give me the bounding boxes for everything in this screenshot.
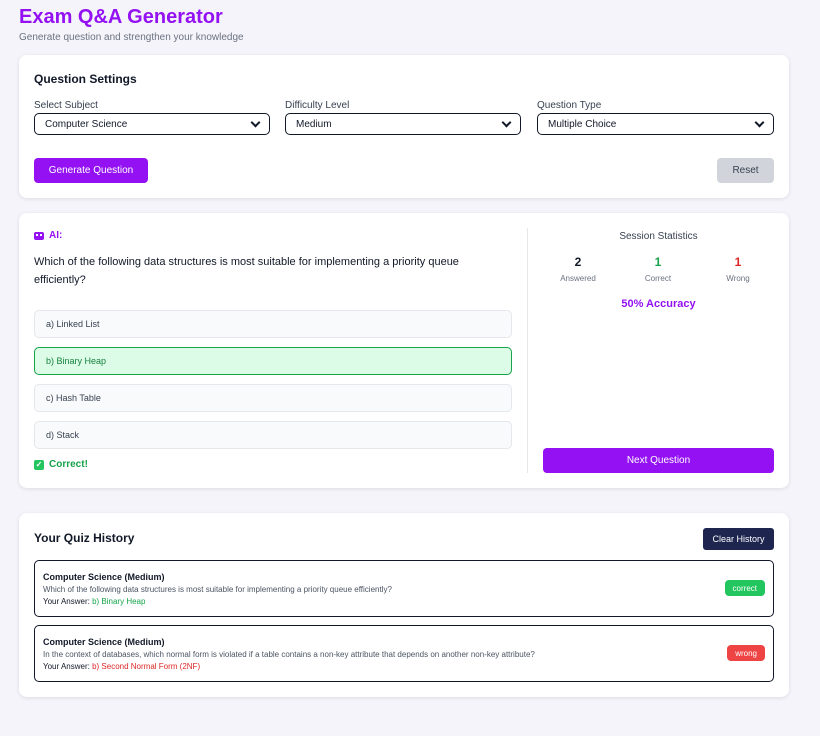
subject-select[interactable]: Computer Science [34, 113, 270, 135]
status-badge: wrong [727, 645, 765, 661]
robot-icon [34, 231, 44, 240]
stats-title: Session Statistics [619, 231, 698, 242]
question-type-select[interactable]: Multiple Choice [537, 113, 774, 135]
chevron-down-icon [250, 117, 261, 127]
question-type-value: Multiple Choice [548, 118, 617, 130]
question-settings-card: Question Settings Select Subject Compute… [19, 55, 789, 198]
history-item-answer: Your Answer: b) Binary Heap [43, 597, 145, 606]
generate-question-button[interactable]: Generate Question [34, 158, 148, 183]
answer-option-d[interactable]: d) Stack [34, 421, 512, 449]
history-title: Your Quiz History [34, 531, 135, 545]
history-item-question: Which of the following data structures i… [43, 585, 392, 594]
status-badge: correct [724, 580, 765, 596]
clear-history-button[interactable]: Clear History [703, 528, 774, 550]
accuracy-text: 50% Accuracy [621, 298, 696, 310]
answer-option-c[interactable]: c) Hash Table [34, 384, 512, 412]
answer-option-a[interactable]: a) Linked List [34, 310, 512, 338]
question-text: Which of the following data structures i… [34, 256, 459, 286]
difficulty-label: Difficulty Level [285, 100, 350, 111]
answered-count: 2 [574, 255, 582, 269]
page-subtitle: Generate question and strengthen your kn… [19, 32, 244, 43]
wrong-label: Wrong [726, 274, 750, 283]
settings-title: Question Settings [34, 72, 137, 86]
history-item-question: In the context of databases, which norma… [43, 650, 535, 659]
correct-count: 1 [654, 255, 662, 269]
history-item: Computer Science (Medium) Which of the f… [34, 560, 774, 617]
ai-label: AI: [34, 230, 62, 241]
answer-value: b) Binary Heap [92, 597, 146, 606]
page-title: Exam Q&A Generator [19, 6, 223, 28]
feedback-text: Correct! [49, 459, 88, 470]
divider [527, 228, 528, 473]
question-card: AI: Which of the following data structur… [19, 213, 789, 488]
next-question-button[interactable]: Next Question [543, 448, 774, 473]
check-icon: ✓ [34, 459, 44, 470]
history-item-title: Computer Science (Medium) [43, 637, 165, 647]
answer-feedback: ✓ Correct! [34, 459, 88, 470]
answer-value: b) Second Normal Form (2NF) [92, 662, 201, 671]
wrong-count: 1 [734, 255, 742, 269]
history-item-title: Computer Science (Medium) [43, 572, 165, 582]
difficulty-value: Medium [296, 118, 332, 130]
answer-prefix: Your Answer: [43, 597, 90, 606]
reset-button[interactable]: Reset [717, 158, 774, 183]
answer-prefix: Your Answer: [43, 662, 90, 671]
chevron-down-icon [501, 117, 512, 127]
chevron-down-icon [754, 117, 765, 127]
subject-value: Computer Science [45, 118, 128, 130]
history-item-answer: Your Answer: b) Second Normal Form (2NF) [43, 662, 200, 671]
answer-option-b[interactable]: b) Binary Heap [34, 347, 512, 375]
difficulty-select[interactable]: Medium [285, 113, 521, 135]
subject-label: Select Subject [34, 100, 98, 111]
ai-label-text: AI: [49, 230, 63, 241]
quiz-history-card: Your Quiz History Clear History Computer… [19, 513, 789, 697]
answered-label: Answered [560, 274, 596, 283]
correct-label: Correct [644, 274, 672, 283]
history-item: Computer Science (Medium) In the context… [34, 625, 774, 682]
question-type-label: Question Type [537, 100, 602, 111]
